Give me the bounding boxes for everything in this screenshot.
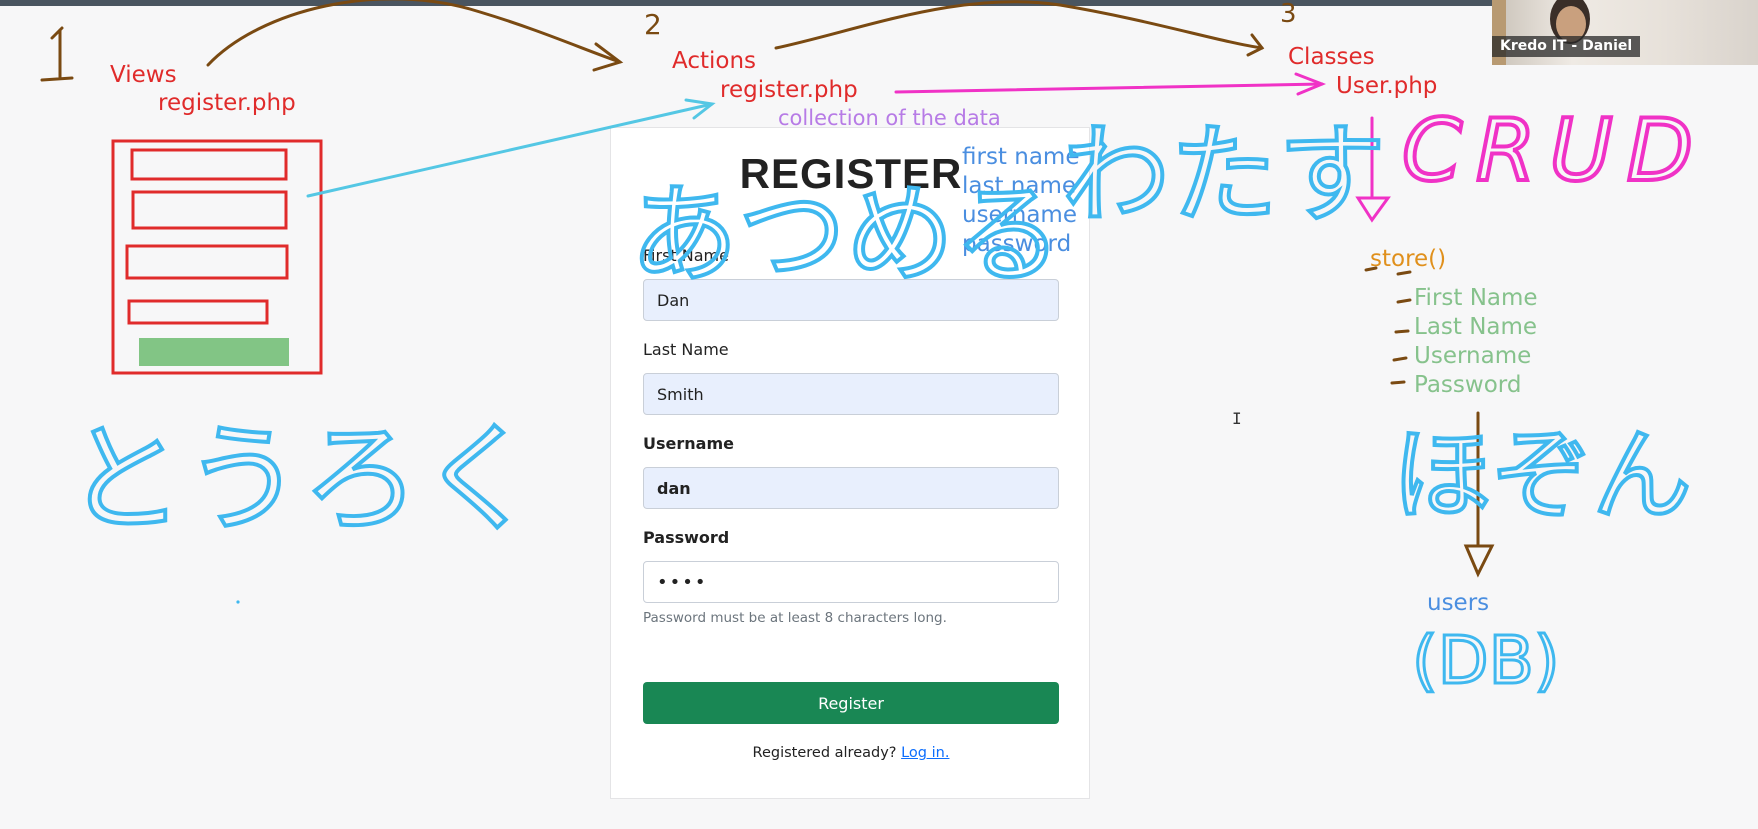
password-input[interactable]: ••••: [643, 561, 1059, 603]
username-label: Username: [643, 434, 734, 453]
password-value: ••••: [657, 571, 708, 593]
login-prompt: Registered already? Log in.: [611, 745, 1091, 761]
first-name-label: First Name: [643, 246, 729, 265]
crud-label: CRUD: [1402, 101, 1707, 201]
arrow-head: [1246, 33, 1265, 57]
wireframe-field: [130, 148, 288, 181]
last-name-input[interactable]: Smith: [643, 373, 1059, 415]
store-field-username: Username: [1414, 343, 1531, 369]
store-field-first-name: First Name: [1414, 285, 1538, 311]
wireframe-button: [139, 338, 289, 366]
register-card: REGISTER First Name Dan Last Name Smith …: [610, 127, 1090, 799]
wireframe-field: [131, 190, 288, 230]
username-input[interactable]: dan: [643, 467, 1059, 509]
actions-file-label: register.php: [720, 77, 858, 103]
login-link[interactable]: Log in.: [901, 745, 949, 761]
actions-label: Actions: [672, 48, 756, 74]
arrow-actions-to-classes: [774, 0, 1264, 50]
password-help-text: Password must be at least 8 characters l…: [643, 610, 947, 626]
db-label: (DB): [1412, 622, 1560, 699]
arrow-head: [1355, 196, 1391, 223]
jp-touroku: とうろく: [66, 410, 538, 548]
text-cursor-icon: I: [1232, 409, 1242, 428]
arrow-head: [684, 98, 716, 120]
classes-file-label: User.php: [1336, 73, 1437, 99]
form-wireframe: [111, 139, 323, 375]
views-file-label: register.php: [158, 90, 296, 116]
store-field-password: Password: [1414, 372, 1521, 398]
arrow-views-to-actions: [206, 0, 622, 67]
arrow-head: [1294, 72, 1327, 96]
last-name-label: Last Name: [643, 340, 729, 359]
register-button[interactable]: Register: [643, 682, 1059, 724]
login-prompt-text: Registered already?: [752, 745, 897, 761]
password-label: Password: [643, 528, 730, 547]
first-name-input[interactable]: Dan: [643, 279, 1059, 321]
arrow-actions-to-class: [894, 82, 1324, 94]
store-field-last-name: Last Name: [1414, 314, 1537, 340]
users-label: users: [1427, 590, 1489, 616]
store-label: store(): [1370, 246, 1446, 272]
number-1-drawing: [40, 26, 74, 82]
webcam-name-label: Kredo IT - Daniel: [1492, 36, 1641, 57]
classes-label: Classes: [1288, 44, 1375, 70]
webcam-feed: Kredo IT - Daniel: [1492, 0, 1758, 65]
arrow-head: [592, 42, 624, 72]
last-name-value: Smith: [657, 384, 704, 404]
page-title: REGISTER: [739, 150, 963, 197]
jp-hozon: ほぞん: [1392, 417, 1692, 534]
wireframe-field: [127, 299, 269, 325]
arrow-head: [1463, 544, 1495, 578]
username-value: dan: [657, 478, 691, 498]
wireframe-border: [111, 139, 323, 375]
jp-watasu: わたす: [1062, 113, 1386, 238]
number-2: 2: [644, 8, 662, 41]
views-label: Views: [110, 62, 177, 88]
first-name-value: Dan: [657, 290, 690, 310]
stray-dot: [236, 600, 240, 604]
wireframe-field: [125, 244, 289, 280]
store-bullets: [1364, 266, 1412, 385]
